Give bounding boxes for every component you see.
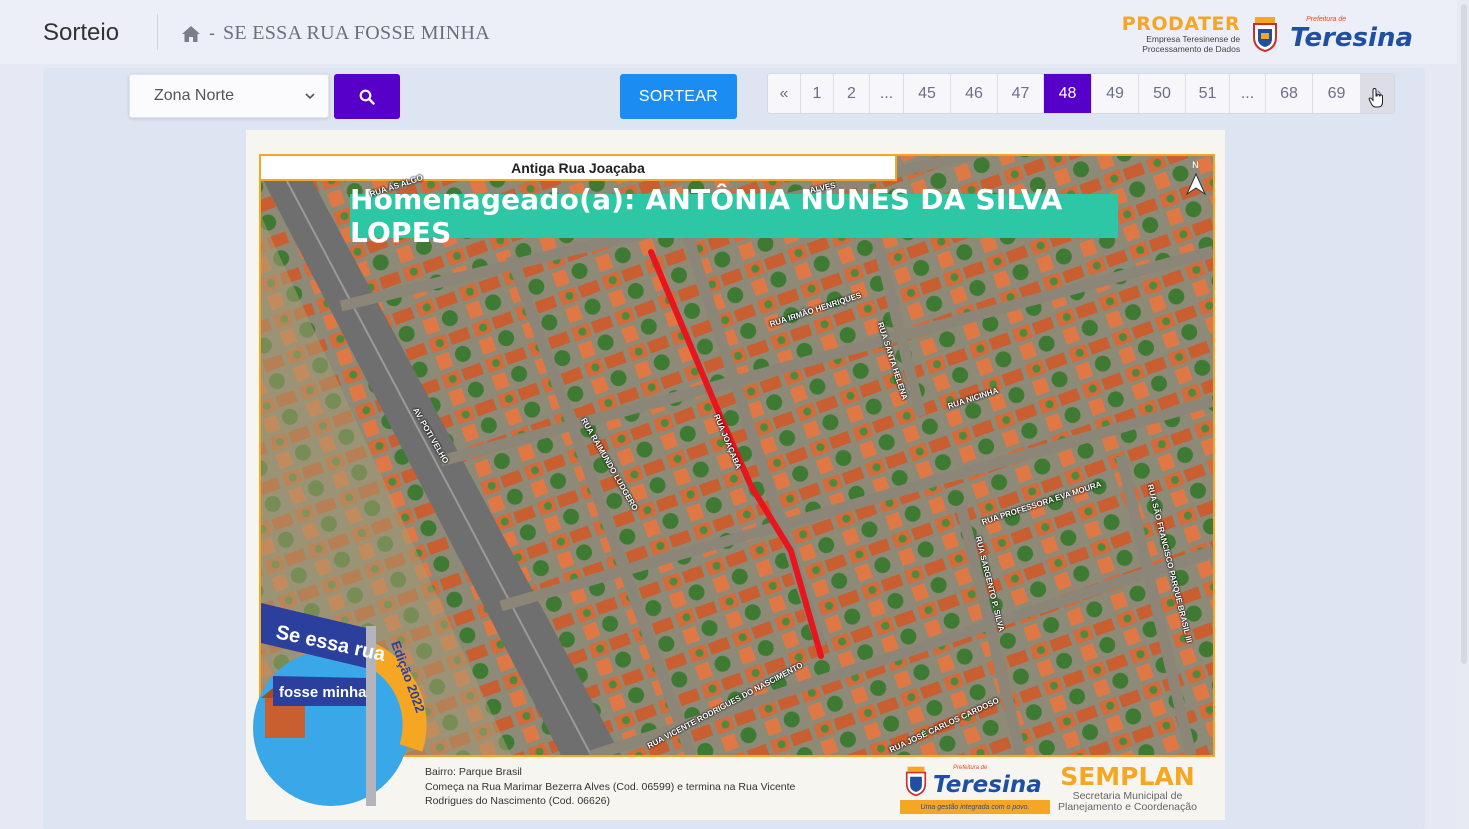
page-45[interactable]: 45 [904,74,951,113]
north-label: N [1192,161,1199,171]
zone-select[interactable]: Zona Norte [129,74,329,118]
campaign-badge: Se essa rua fosse minha Edição 2022 [253,603,428,806]
prodater-subtitle-2: Processamento de Dados [1142,44,1241,54]
teresina-name: Teresina [1290,23,1413,53]
page-50[interactable]: 50 [1139,74,1186,113]
footer-teresina-logo: Prefeitura de Teresina [903,765,1042,798]
page-ellipsis-right: ... [1230,74,1266,113]
page-prev[interactable]: « [768,74,801,113]
semplan-sub-2: Planejamento e Coordenação [1058,801,1197,813]
home-icon[interactable] [181,25,201,43]
breadcrumb: - SE ESSA RUA FOSSE MINHA [181,22,490,45]
breadcrumb-separator: - [209,23,215,43]
page-ellipsis-left: ... [870,74,904,113]
header-logos: PRODATER Empresa Teresinense de Processa… [1122,12,1413,56]
page-68[interactable]: 68 [1266,74,1313,113]
semplan-logo: SEMPLAN Secretaria Municipal de Planejam… [1058,763,1197,813]
prodater-logo: PRODATER Empresa Teresinense de Processa… [1122,14,1240,54]
page-1[interactable]: 1 [801,74,834,113]
page-51[interactable]: 51 [1186,74,1230,113]
badge-line-2: fosse minha [279,684,367,701]
footer-teresina-prefix: Prefeitura de [953,765,988,771]
chevron-down-icon [305,93,315,100]
honoree-banner: Homenageado(a): ANTÔNIA NUNES DA SILVA L… [350,183,1118,249]
teresina-crest-icon [1253,17,1278,53]
page-2[interactable]: 2 [834,74,870,113]
search-icon [359,89,375,105]
header-divider [157,14,158,50]
scrollbar-thumb[interactable] [1461,4,1467,664]
breadcrumb-current: SE ESSA RUA FOSSE MINHA [223,22,490,44]
poster-description: Bairro: Parque Brasil Começa na Rua Mari… [425,765,885,809]
prodater-name: PRODATER [1121,13,1241,35]
footer-teresina-name: Teresina [933,772,1042,798]
zone-select-value: Zona Norte [154,87,235,104]
page-69[interactable]: 69 [1313,74,1361,113]
sortear-button[interactable]: SORTEAR [620,74,737,119]
page-47[interactable]: 47 [998,74,1044,113]
neighborhood: Bairro: Parque Brasil [425,766,522,778]
page-48-active[interactable]: 48 [1044,74,1092,113]
search-button[interactable] [334,74,400,119]
scrollbar[interactable] [1457,0,1469,829]
route-line-1: Começa na Rua Marimar Bezerra Alves (Cod… [425,780,796,793]
old-street-name: Antiga Rua Joaçaba [259,154,897,181]
footer-crest-icon [905,766,927,797]
top-header: Sorteio - SE ESSA RUA FOSSE MINHA PRODAT… [0,0,1469,64]
teresina-logo: Prefeitura de Teresina [1290,16,1413,52]
page-49[interactable]: 49 [1092,74,1139,113]
footer-slogan: Uma gestão integrada com o povo. [900,800,1050,814]
prodater-subtitle-1: Empresa Teresinense de [1146,34,1241,44]
route-line-2: Rodrigues do Nascimento (Cod. 06626) [425,795,611,807]
app-title: Sorteio [43,19,120,46]
pagination: « 1 2 ... 45 46 47 48 49 50 51 ... 68 69… [767,73,1395,114]
semplan-name: SEMPLAN [1060,762,1195,791]
page-46[interactable]: 46 [951,74,998,113]
hand-cursor-icon [1368,88,1383,108]
